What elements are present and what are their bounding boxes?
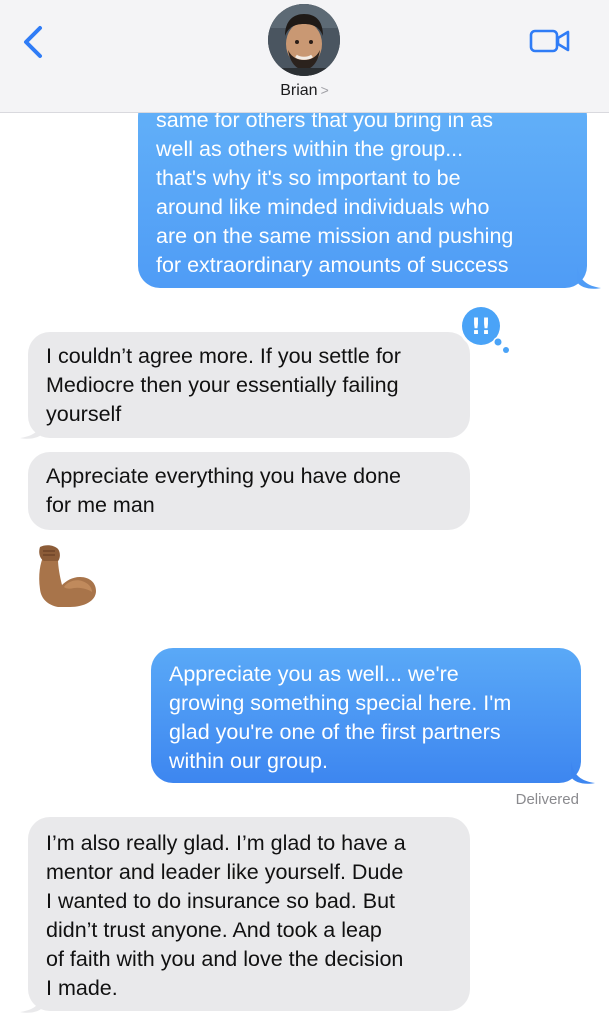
- contact-name[interactable]: Brian >: [0, 82, 609, 100]
- bubble-tail: [20, 416, 44, 439]
- received-message-bubble[interactable]: Appreciate everything you have done for …: [28, 452, 470, 530]
- video-camera-icon[interactable]: [529, 26, 571, 56]
- sent-message-bubble[interactable]: Appreciate you as well... we're growing …: [151, 648, 581, 783]
- flexed-biceps-icon[interactable]: [30, 545, 100, 615]
- reaction-label: !!: [471, 315, 491, 340]
- avatar[interactable]: [268, 4, 340, 76]
- received-message-bubble[interactable]: I’m also really glad. I’m glad to have a…: [28, 817, 470, 1011]
- chevron-right-icon: >: [320, 82, 329, 98]
- contact-name-label: Brian: [280, 82, 318, 99]
- received-message-bubble[interactable]: I couldn’t agree more. If you settle for…: [28, 332, 470, 438]
- bubble-tail: [577, 266, 601, 289]
- exclamation-reaction-icon[interactable]: !!: [456, 302, 512, 358]
- conversation-header: Brian >: [0, 0, 609, 113]
- message-thread-screen: same for others that you bring in as wel…: [0, 0, 609, 1024]
- sent-message-bubble[interactable]: same for others that you bring in as wel…: [138, 94, 587, 288]
- bubble-tail: [20, 990, 44, 1013]
- contact-photo: [268, 4, 340, 76]
- bubble-tail: [571, 761, 595, 784]
- delivered-status: Delivered: [515, 791, 579, 808]
- chevron-left-icon[interactable]: [18, 22, 48, 62]
